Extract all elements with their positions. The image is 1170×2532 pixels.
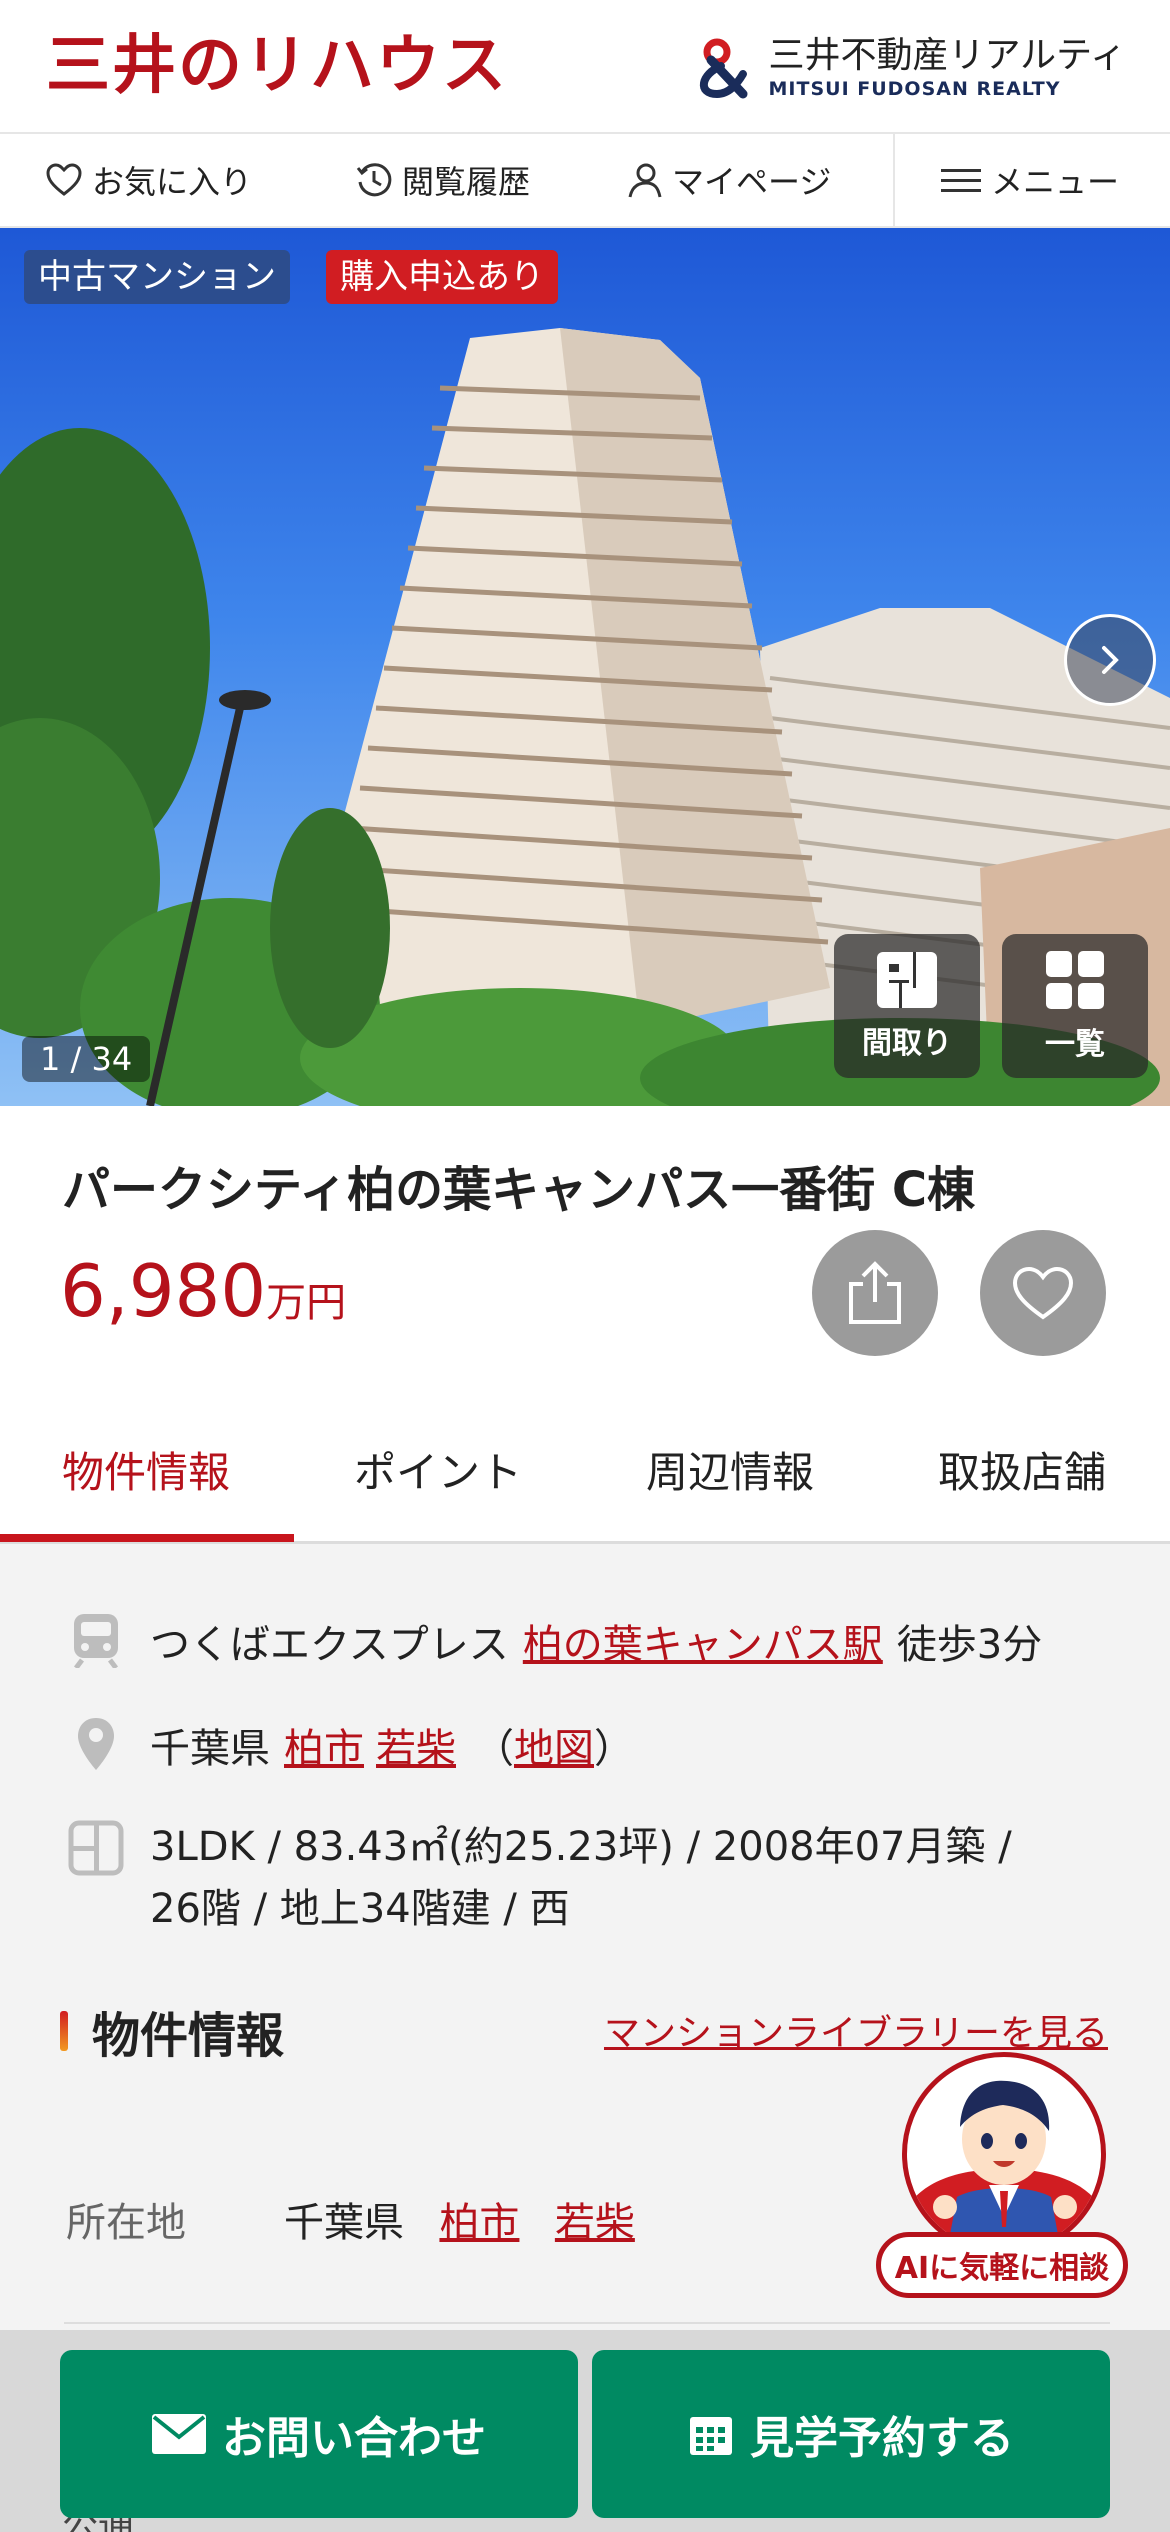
detail-location-label: 所在地 [66,2200,186,2246]
floorplan-icon [877,952,937,1008]
property-price: 6,980万円 [60,1248,346,1346]
property-title: パークシティ柏の葉キャンパス一番街 C棟 [62,1162,976,1218]
active-tab-indicator [0,1534,294,1542]
floorplan-button[interactable]: 間取り [834,934,980,1078]
ampersand-logo-icon [691,36,755,100]
hamburger-menu-icon [941,169,981,192]
mail-icon [152,2414,206,2454]
address-row: 千葉県 柏市 若柴 （ 地図 ） [68,1716,634,1774]
access-row: つくばエクスプレス 柏の葉キャンパス駅 徒歩3分 [68,1612,1042,1670]
used-mansion-tag: 中古マンション [24,250,290,304]
property-tabs: 物件情報 ポイント 周辺情報 取扱店舗 [0,1394,1170,1544]
section-title: 物件情報 [92,2008,285,2064]
rehouse-logo[interactable]: 三井のリハウス [46,30,508,102]
nav-history[interactable]: 閲覧履歴 [354,133,530,227]
nav-history-label: 閲覧履歴 [402,163,531,201]
visit-reservation-button[interactable]: 見学予約する [592,2350,1110,2518]
price-value: 6,980 [60,1249,267,1333]
train-line: つくばエクスプレス [150,1622,509,1668]
section-heading: 物件情報 [60,1996,284,2066]
spec-row: 3LDK / 83.43㎡(約25.23坪) / 2008年07月築 / 26階… [68,1816,1012,1940]
address-town-link[interactable]: 若柴 [376,1716,456,1774]
floorplan-label: 間取り [862,1026,952,1061]
ai-chat-widget[interactable]: AIに気軽に相談 [876,2052,1128,2306]
location-pin-icon [68,1716,124,1772]
tab-property-info[interactable]: 物件情報 [0,1394,292,1544]
tab-points[interactable]: ポイント [292,1394,584,1544]
purchase-applied-tag: 購入申込あり [326,250,558,304]
detail-location-value: 千葉県 柏市 若柴 [284,2190,635,2248]
site-header: 三井のリハウス 三井不動産リアルティ MITSUI FUDOSAN REALTY [0,0,1170,134]
carousel-next-button[interactable] [1064,614,1156,706]
detail-town-link[interactable]: 若柴 [555,2200,635,2246]
spec-line-2: 26階 / 地上34階建 / 西 [150,1886,570,1932]
user-icon [628,163,662,198]
walk-time: 徒歩3分 [896,1622,1043,1668]
inquiry-label: お問い合わせ [222,2413,486,2464]
realty-name-jp: 三井不動産リアルティ [768,35,1126,76]
grid-icon [1046,951,1104,1009]
calendar-icon [690,2417,732,2455]
nav-menu-label: メニュー [991,163,1120,201]
section-accent-bar [60,2011,68,2051]
visit-label: 見学予約する [750,2413,1014,2464]
tab-surroundings[interactable]: 周辺情報 [584,1394,876,1544]
history-clock-icon [356,163,392,197]
spec-line-1: 3LDK / 83.43㎡(約25.23坪) / 2008年07月築 / [150,1824,1012,1870]
map-paren-close: ） [594,1726,634,1772]
tab-stores[interactable]: 取扱店舗 [876,1394,1168,1544]
heart-icon [1012,1266,1074,1320]
nav-menu[interactable]: メニュー [893,133,1170,227]
chevron-right-icon [1102,646,1119,674]
building-photo [0,328,1170,1106]
map-link[interactable]: 地図 [514,1716,594,1774]
property-photo-carousel[interactable]: 中古マンション 購入申込あり 1 / 34 間取り 一覧 [0,228,1170,1106]
photo-counter: 1 / 34 [22,1036,151,1082]
nav-favorites[interactable]: お気に入り [44,133,252,227]
nav-mypage[interactable]: マイページ [624,133,831,227]
ai-mascot-avatar [902,2052,1106,2256]
detail-divider [64,2322,1110,2324]
nav-mypage-label: マイページ [672,163,832,201]
photo-list-label: 一覧 [1045,1027,1105,1062]
mansion-library-link[interactable]: マンションライブラリーを見る [604,2004,1108,2056]
nav-favorites-label: お気に入り [92,163,253,201]
mitsui-realty-logo[interactable]: 三井不動産リアルティ MITSUI FUDOSAN REALTY [691,28,1126,108]
floorplan-outline-icon [68,1820,124,1876]
detail-prefecture: 千葉県 [284,2200,404,2246]
photo-list-button[interactable]: 一覧 [1002,934,1148,1078]
heart-outline-icon [46,163,82,196]
ai-chat-label: AIに気軽に相談 [876,2232,1128,2298]
inquiry-button[interactable]: お問い合わせ [60,2350,578,2518]
station-link[interactable]: 柏の葉キャンパス駅 [523,1612,883,1670]
address-prefecture: 千葉県 [150,1726,270,1772]
detail-city-link[interactable]: 柏市 [439,2200,519,2246]
address-city-link[interactable]: 柏市 [284,1716,364,1774]
realty-name-en: MITSUI FUDOSAN REALTY [768,78,1061,100]
favorite-button[interactable] [980,1230,1106,1356]
price-unit: 万円 [266,1280,347,1326]
share-icon [849,1261,901,1324]
share-button[interactable] [812,1230,938,1356]
top-nav: お気に入り 閲覧履歴 マイページ メニュー [0,133,1170,228]
train-icon [68,1612,124,1668]
map-paren-open: （ [474,1726,514,1772]
